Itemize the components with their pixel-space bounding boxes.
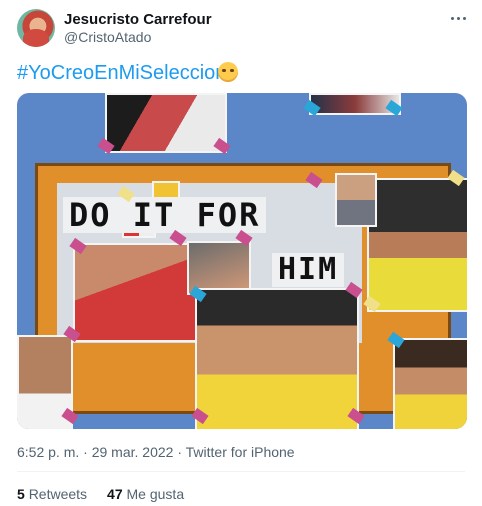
tweet-time[interactable]: 6:52 p. m. bbox=[17, 444, 79, 460]
tweet-date[interactable]: 29 mar. 2022 bbox=[92, 444, 174, 460]
meta-separator: · bbox=[83, 444, 88, 460]
stats-divider bbox=[17, 471, 465, 472]
photo-gray-shirt-player bbox=[335, 173, 377, 227]
tweet-hashtag-link[interactable]: #YoCreoEnMiSeleccion bbox=[17, 62, 226, 85]
smiling-face-emoji bbox=[218, 62, 238, 82]
retweets-stat[interactable]: 5 Retweets bbox=[17, 486, 87, 502]
tweet-media-image[interactable]: DO IT FOR HIM bbox=[17, 93, 467, 429]
photo-red-shirt-player bbox=[73, 243, 197, 342]
likes-count: 47 bbox=[107, 486, 123, 502]
meta-separator: · bbox=[177, 444, 183, 460]
photo-top-left bbox=[105, 93, 227, 153]
retweets-count: 5 bbox=[17, 486, 25, 502]
more-options-button[interactable] bbox=[448, 8, 468, 28]
photo-right-celebration bbox=[367, 178, 467, 312]
likes-label: Me gusta bbox=[126, 486, 185, 502]
likes-stat[interactable]: 47 Me gusta bbox=[107, 486, 184, 502]
sign-text-line2: HIM bbox=[272, 253, 345, 287]
more-horizontal-icon bbox=[450, 16, 466, 20]
photo-center-player bbox=[195, 288, 359, 429]
sign-text-line1: DO IT FOR bbox=[63, 197, 267, 233]
tweet-timestamp[interactable]: 6:52 p. m. · 29 mar. 2022 · Twitter for … bbox=[17, 444, 295, 460]
retweets-label: Retweets bbox=[28, 486, 88, 502]
user-display-name[interactable]: Jesucristo Carrefour bbox=[64, 11, 212, 28]
user-avatar[interactable] bbox=[17, 9, 55, 47]
user-handle[interactable]: @CristoAtado bbox=[64, 29, 151, 45]
tweet-stats: 5 Retweets 47 Me gusta bbox=[17, 486, 184, 502]
photo-bottom-right bbox=[393, 338, 467, 429]
tweet-source[interactable]: Twitter for iPhone bbox=[186, 444, 295, 460]
